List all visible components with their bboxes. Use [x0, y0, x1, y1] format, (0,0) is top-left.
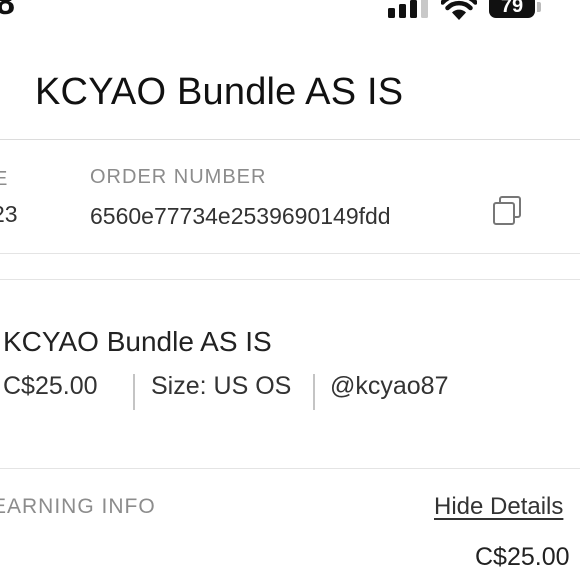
battery-level: 79	[489, 0, 535, 18]
header-divider	[0, 139, 580, 140]
battery-icon: 79	[489, 0, 541, 19]
item-divider	[0, 468, 580, 469]
earning-amount: C$25.00	[475, 543, 570, 571]
hide-details-link[interactable]: Hide Details	[434, 493, 563, 521]
meta-separator	[133, 374, 135, 410]
meta-separator	[313, 374, 315, 410]
item-price: C$25.00	[3, 372, 98, 400]
page-title: KCYAO Bundle AS IS	[35, 71, 404, 113]
copy-icon[interactable]	[491, 195, 523, 227]
status-time: 8	[0, 0, 15, 22]
section-divider-bottom	[0, 279, 580, 280]
cellular-signal-icon	[388, 0, 428, 18]
wifi-icon	[441, 0, 477, 20]
order-date-label: E	[0, 168, 9, 190]
earning-info-label: EARNING INFO	[0, 495, 156, 518]
item-title[interactable]: KCYAO Bundle AS IS	[3, 326, 272, 358]
seller-username[interactable]: @kcyao87	[330, 372, 449, 401]
section-divider-top	[0, 253, 580, 254]
item-size: Size: US OS	[151, 372, 292, 400]
order-number-value: 6560e77734e2539690149fdd	[90, 203, 391, 229]
order-number-label: ORDER NUMBER	[90, 166, 267, 188]
order-date-value: 23	[0, 201, 18, 227]
